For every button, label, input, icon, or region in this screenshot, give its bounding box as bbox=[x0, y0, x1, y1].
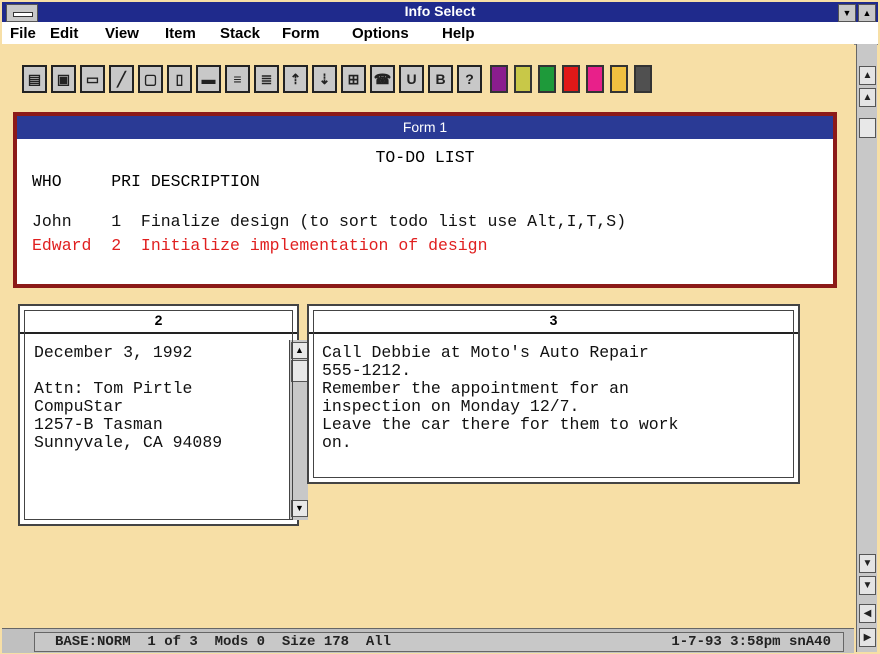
export-icon[interactable]: ≣ bbox=[254, 65, 279, 93]
pencil-icon[interactable]: ╱ bbox=[109, 65, 134, 93]
scroll-down-icon[interactable]: ▼ bbox=[291, 500, 308, 517]
scroll-right-icon[interactable]: ▶ bbox=[859, 628, 876, 647]
todo-list-header: WHO PRI DESCRIPTION bbox=[32, 172, 260, 191]
sort-down-icon[interactable]: ⇣ bbox=[312, 65, 337, 93]
phone-icon[interactable]: ☎ bbox=[370, 65, 395, 93]
bold-icon[interactable]: B bbox=[428, 65, 453, 93]
note-2-body[interactable]: December 3, 1992 Attn: Tom Pirtle CompuS… bbox=[34, 344, 222, 452]
import-icon[interactable]: ≡ bbox=[225, 65, 250, 93]
scroll-thumb[interactable] bbox=[291, 360, 308, 382]
window-title: Info Select bbox=[404, 3, 476, 19]
note-2-window[interactable]: 2 December 3, 1992 Attn: Tom Pirtle Comp… bbox=[18, 304, 308, 526]
scroll-up-icon[interactable]: ▲ bbox=[859, 88, 876, 107]
scroll-thumb[interactable] bbox=[859, 118, 876, 138]
color-swatch-7[interactable] bbox=[634, 65, 652, 93]
menu-bar: File Edit View Item Stack Form Options H… bbox=[2, 22, 878, 45]
note-2-title: 2 bbox=[20, 306, 297, 334]
color-swatch-6[interactable] bbox=[610, 65, 628, 93]
scroll-up-icon[interactable]: ▲ bbox=[291, 342, 308, 359]
todo-row-john[interactable]: John 1 Finalize design (to sort todo lis… bbox=[32, 212, 626, 231]
minimize-button[interactable]: ▼ bbox=[838, 4, 856, 22]
title-bar: Info Select ▼ ▲ bbox=[2, 2, 878, 22]
scroll-left-icon[interactable]: ◀ bbox=[859, 604, 876, 623]
color-swatch-4[interactable] bbox=[562, 65, 580, 93]
menu-item[interactable]: Item bbox=[165, 25, 196, 42]
status-left-text: BASE:NORM 1 of 3 Mods 0 Size 178 All bbox=[55, 634, 392, 650]
status-field: BASE:NORM 1 of 3 Mods 0 Size 178 All 1-7… bbox=[34, 632, 844, 652]
color-swatch-5[interactable] bbox=[586, 65, 604, 93]
menu-edit[interactable]: Edit bbox=[50, 25, 78, 42]
scroll-down-icon[interactable]: ▼ bbox=[859, 576, 876, 595]
note-3-body[interactable]: Call Debbie at Moto's Auto Repair 555-12… bbox=[322, 344, 678, 452]
menu-view[interactable]: View bbox=[105, 25, 139, 42]
save-icon[interactable]: ▣ bbox=[51, 65, 76, 93]
todo-row-edward[interactable]: Edward 2 Initialize implementation of de… bbox=[32, 236, 487, 255]
form-1-title: Form 1 bbox=[17, 116, 833, 139]
menu-form[interactable]: Form bbox=[282, 25, 320, 42]
scroll-down-icon[interactable]: ▼ bbox=[859, 554, 876, 573]
menu-stack[interactable]: Stack bbox=[220, 25, 260, 42]
stack-icon[interactable]: ▤ bbox=[22, 65, 47, 93]
print-icon[interactable]: ▬ bbox=[196, 65, 221, 93]
color-swatch-1[interactable] bbox=[490, 65, 508, 93]
status-bar: BASE:NORM 1 of 3 Mods 0 Size 178 All 1-7… bbox=[2, 628, 854, 653]
note-2-scrollbar[interactable]: ▲ ▼ bbox=[289, 340, 308, 520]
link-icon[interactable]: ⊞ bbox=[341, 65, 366, 93]
underline-icon[interactable]: U bbox=[399, 65, 424, 93]
sort-up-icon[interactable]: ⇡ bbox=[283, 65, 308, 93]
scroll-up-icon[interactable]: ▲ bbox=[859, 66, 876, 85]
maximize-button[interactable]: ▲ bbox=[858, 4, 876, 22]
page-icon[interactable]: ▯ bbox=[167, 65, 192, 93]
menu-help[interactable]: Help bbox=[442, 25, 475, 42]
form-1-window[interactable]: Form 1 TO-DO LIST WHO PRI DESCRIPTION Jo… bbox=[13, 112, 837, 288]
note-3-window[interactable]: 3 Call Debbie at Moto's Auto Repair 555-… bbox=[307, 304, 800, 484]
menu-options[interactable]: Options bbox=[352, 25, 409, 42]
note-icon[interactable]: ▭ bbox=[80, 65, 105, 93]
copy-icon[interactable]: ▢ bbox=[138, 65, 163, 93]
todo-list-title: TO-DO LIST bbox=[375, 148, 475, 167]
color-swatch-3[interactable] bbox=[538, 65, 556, 93]
note-3-title: 3 bbox=[309, 306, 798, 334]
status-right-text: 1-7-93 3:58pm snA40 bbox=[671, 634, 831, 650]
menu-file[interactable]: File bbox=[10, 25, 36, 42]
vertical-scrollbar[interactable]: ▲ ▲ ▼ ▼ ◀ ▶ bbox=[856, 44, 877, 652]
help-icon[interactable]: ? bbox=[457, 65, 482, 93]
toolbar: ▤ ▣ ▭ ╱ ▢ ▯ ▬ ≡ ≣ ⇡ ⇣ ⊞ ☎ U B? bbox=[2, 44, 854, 96]
color-swatch-2[interactable] bbox=[514, 65, 532, 93]
